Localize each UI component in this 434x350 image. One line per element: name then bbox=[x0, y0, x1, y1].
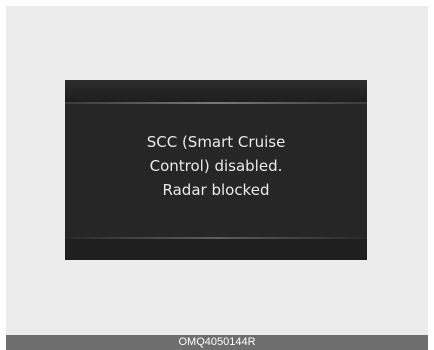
image-code-caption: OMQ4050144R bbox=[6, 335, 428, 350]
display-top-band bbox=[65, 80, 367, 102]
warning-message-line-1: SCC (Smart Cruise bbox=[146, 133, 286, 151]
warning-message: SCC (Smart Cruise Control) disabled. Rad… bbox=[65, 130, 367, 202]
warning-message-line-3: Radar blocked bbox=[162, 181, 270, 199]
warning-message-line-2: Control) disabled. bbox=[149, 157, 283, 175]
display-bottom-band bbox=[65, 239, 367, 260]
display-top-divider bbox=[65, 102, 367, 104]
cluster-display: SCC (Smart Cruise Control) disabled. Rad… bbox=[65, 80, 367, 260]
